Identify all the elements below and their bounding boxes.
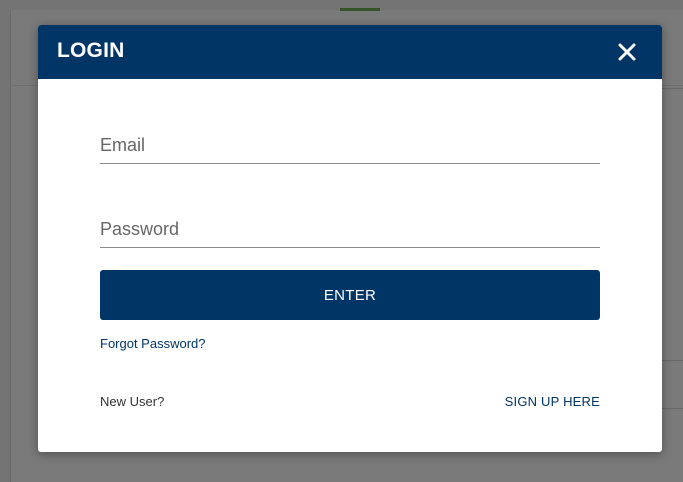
login-modal: LOGIN ENTER Forgot Password? New User? S…	[38, 25, 662, 452]
new-user-label: New User?	[100, 394, 165, 409]
enter-button[interactable]: ENTER	[100, 270, 600, 320]
modal-title: LOGIN	[57, 39, 125, 62]
sign-up-link[interactable]: SIGN UP HERE	[505, 394, 600, 409]
password-field[interactable]	[100, 211, 600, 248]
forgot-password-link[interactable]: Forgot Password?	[100, 336, 206, 351]
modal-header: LOGIN	[38, 25, 662, 79]
close-button[interactable]	[614, 39, 640, 65]
email-field[interactable]	[100, 127, 600, 164]
close-icon	[618, 43, 636, 61]
